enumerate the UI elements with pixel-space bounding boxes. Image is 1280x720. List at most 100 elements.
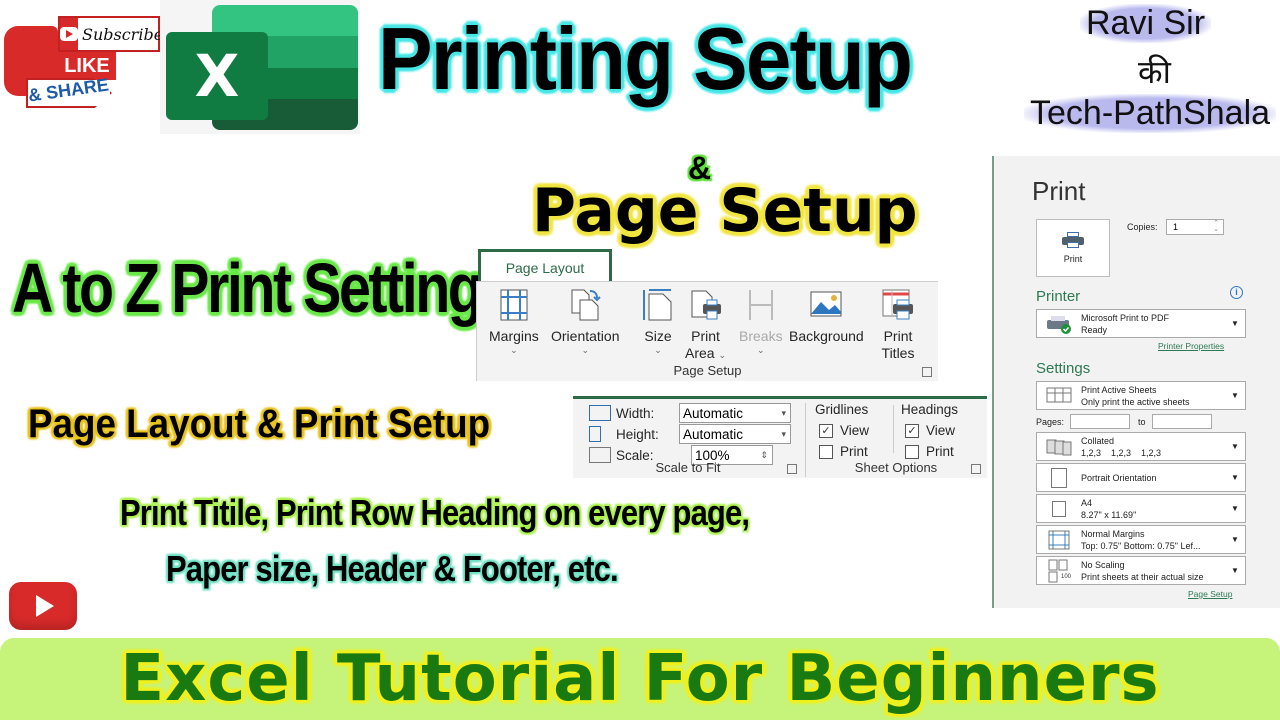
no-scaling-icon: 100 (1037, 558, 1081, 584)
margins-label: Margins (489, 328, 539, 344)
print-what-value: Print Active Sheets (1081, 384, 1157, 395)
print-titles-button[interactable]: Print Titles (881, 288, 915, 362)
margins-button[interactable]: Margins ⌄ (489, 288, 539, 355)
gridlines-header: Gridlines (815, 402, 869, 417)
spinner-arrows-icon[interactable]: ⇕ (760, 450, 772, 461)
sheet-grid-icon (1037, 387, 1081, 405)
print-button-label: Print (1063, 254, 1083, 264)
print-backstage-panel: Print Print Copies: 1 ⌃ ⌄ Printer i Micro… (992, 156, 1280, 608)
page-setup-link[interactable]: Page Setup (1188, 589, 1232, 599)
collation-select[interactable]: Collated 1,2,3 1,2,3 1,2,3 ▼ (1036, 432, 1246, 461)
printer-section-title: Printer (1036, 288, 1081, 305)
checkbox-checked[interactable]: ✓ (819, 423, 833, 438)
chevron-down-icon: ⌄ (654, 345, 662, 355)
sheet-options-dialog-launcher[interactable] (971, 464, 981, 474)
print-area-button[interactable]: Print Area ⌄ (685, 288, 726, 362)
collation-value: Collated (1081, 435, 1115, 446)
height-value: Automatic (683, 426, 744, 442)
chevron-down-icon: ▾ (781, 407, 786, 418)
printer-properties-link[interactable]: Printer Properties (1158, 341, 1224, 351)
scale-to-fit-and-sheet-options: Width: Automatic ▾ Height: Automatic ▾ Sca… (573, 396, 987, 478)
subscribe-text: Subscribe (82, 24, 164, 44)
brand-line-2: की (1138, 53, 1171, 91)
width-select[interactable]: Automatic ▾ (679, 403, 791, 423)
print-titles-label: Print (883, 328, 913, 344)
orientation-select[interactable]: Portrait Orientation ▼ (1036, 463, 1246, 492)
page-setup-group-label: Page Setup (673, 363, 742, 378)
collated-icon (1037, 438, 1081, 456)
dropdown-arrow-icon: ▼ (1231, 391, 1239, 400)
size-label: Size (644, 328, 672, 344)
headings-print-checkbox[interactable]: Print (905, 444, 954, 459)
gridlines-print-label: Print (840, 444, 868, 459)
printer-select[interactable]: Microsoft Print to PDF Ready ▼ (1036, 309, 1246, 338)
height-label: Height: (616, 426, 659, 442)
chevron-down-icon: ⌄ (757, 345, 765, 355)
headings-header: Headings (901, 402, 959, 417)
height-icon (589, 426, 601, 442)
scaling-select[interactable]: 100 No Scaling Print sheets at their actu… (1036, 556, 1246, 585)
chevron-down-icon: ⌄ (718, 350, 727, 360)
page-setup-dialog-launcher[interactable] (922, 367, 932, 377)
width-row: Width: (589, 403, 678, 423)
excel-logo: X (160, 0, 360, 134)
print-button[interactable]: Print (1036, 219, 1110, 277)
scale-to-fit-dialog-launcher[interactable] (787, 464, 797, 474)
youtube-play-icon (9, 582, 77, 630)
height-row: Height: (589, 424, 678, 444)
height-select[interactable]: Automatic ▾ (679, 424, 791, 444)
scale-to-fit-group-label: Scale to Fit (655, 460, 721, 475)
background-button[interactable]: Background (789, 288, 864, 345)
spinner-arrows-icon[interactable]: ⌃ ⌄ (1213, 220, 1219, 233)
main-title: Printing Setup (378, 9, 913, 108)
collation-desc: 1,2,3 1,2,3 1,2,3 (1081, 447, 1162, 458)
breaks-label: Breaks (739, 328, 783, 344)
headings-view-checkbox[interactable]: ✓ View (905, 423, 955, 438)
dropdown-arrow-icon: ▼ (1231, 566, 1239, 575)
dropdown-arrow-icon: ▼ (1231, 473, 1239, 482)
print-panel-title: Print (1032, 176, 1086, 206)
margins-icon (497, 288, 531, 322)
sheet-options-group-label: Sheet Options (854, 460, 938, 475)
dropdown-arrow-icon: ▼ (1231, 535, 1239, 544)
width-label: Width: (616, 405, 655, 421)
dropdown-arrow-icon: ▼ (1231, 319, 1239, 328)
orientation-label: Orientation (551, 328, 620, 344)
tab-page-layout[interactable]: Page Layout (478, 249, 612, 283)
excel-x-icon: X (166, 32, 268, 120)
subscribe-box: Subscribe (58, 16, 164, 52)
checkbox-unchecked[interactable] (905, 444, 919, 459)
orientation-icon (568, 288, 602, 322)
gridlines-view-checkbox[interactable]: ✓ View (819, 423, 869, 438)
description-line-2: Paper size, Header & Footer, etc. (166, 548, 619, 589)
copies-spinner[interactable]: 1 ⌃ ⌄ (1166, 219, 1224, 235)
ribbon-page-setup-group: Margins ⌄ Orientation ⌄ Size ⌄ Print Are… (476, 281, 938, 381)
printer-ready-icon (1037, 314, 1081, 334)
pages-from-input[interactable] (1070, 414, 1131, 429)
orientation-button[interactable]: Orientation ⌄ (551, 288, 619, 355)
dropdown-arrow-icon: ▼ (1231, 504, 1239, 513)
dropdown-arrow-icon: ▼ (1231, 442, 1239, 451)
printer-status: Ready (1081, 324, 1108, 335)
checkbox-unchecked[interactable] (819, 444, 833, 459)
paper-size-select[interactable]: A4 8.27" x 11.69" ▼ (1036, 494, 1246, 523)
info-icon[interactable]: i (1230, 286, 1243, 299)
print-area-label: Print (691, 328, 720, 344)
margins-select[interactable]: Normal Margins Top: 0.75" Bottom: 0.75" L… (1036, 525, 1246, 554)
banner-text: Excel Tutorial For Beginners (120, 642, 1160, 716)
paper-value: A4 (1081, 497, 1093, 508)
gridlines-view-label: View (840, 423, 870, 438)
size-button[interactable]: Size ⌄ (641, 288, 675, 355)
breaks-button[interactable]: Breaks ⌄ (739, 288, 783, 355)
youtube-mini-icon (60, 18, 78, 50)
description-line-1: Print Titile, Print Row Heading on every… (120, 492, 750, 533)
checkbox-checked[interactable]: ✓ (905, 423, 919, 438)
gridlines-print-checkbox[interactable]: Print (819, 444, 868, 459)
copies-value: 1 (1173, 222, 1179, 232)
print-titles-label-2: Titles (881, 345, 915, 361)
like-share-badge: Subscribe LIKE & SHARE (2, 12, 164, 110)
pages-to-input[interactable] (1151, 414, 1212, 429)
print-what-select[interactable]: Print Active Sheets Only print the active… (1036, 381, 1246, 410)
printer-icon (1062, 232, 1084, 248)
paper-desc: 8.27" x 11.69" (1081, 509, 1137, 520)
